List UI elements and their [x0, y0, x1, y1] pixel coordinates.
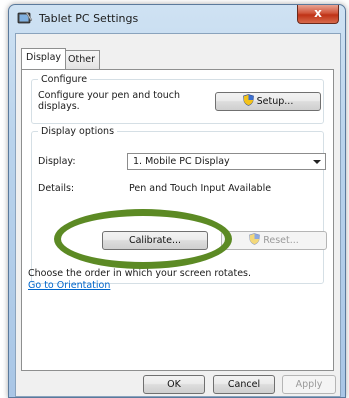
display-label: Display: [38, 156, 76, 167]
tab-other[interactable]: Other [63, 50, 100, 69]
cancel-button[interactable]: Cancel [213, 375, 275, 394]
configure-legend: Configure [41, 74, 88, 85]
setup-button[interactable]: Setup... [215, 92, 321, 111]
details-value: Pen and Touch Input Available [129, 183, 272, 194]
display-select[interactable]: 1. Mobile PC Display [127, 153, 326, 170]
uac-shield-icon [242, 94, 254, 106]
configure-description: Configure your pen and touch displays. [38, 90, 181, 112]
close-button[interactable]: x [297, 5, 339, 24]
reset-button[interactable]: Reset... [221, 231, 327, 250]
window-title: Tablet PC Settings [39, 12, 139, 25]
display-options-legend: Display options [41, 126, 115, 137]
display-select-value: 1. Mobile PC Display [133, 156, 230, 167]
close-icon: x [314, 6, 322, 20]
ok-button[interactable]: OK [143, 375, 205, 394]
tablet-pc-icon [17, 11, 33, 24]
highlight-circle-annotation [54, 209, 232, 269]
orientation-description: Choose the order in which your screen ro… [28, 268, 252, 279]
cancel-button-label: Cancel [227, 379, 261, 390]
apply-button[interactable]: Apply [282, 375, 336, 394]
reset-button-label: Reset... [263, 235, 299, 246]
ok-button-label: OK [167, 379, 181, 390]
apply-button-label: Apply [295, 379, 323, 390]
go-to-orientation-link[interactable]: Go to Orientation [28, 280, 110, 291]
uac-shield-icon [249, 233, 261, 245]
details-label: Details: [38, 183, 75, 194]
setup-button-label: Setup... [256, 96, 294, 107]
chevron-down-icon [313, 160, 321, 164]
tab-display[interactable]: Display [21, 48, 67, 69]
title-bar[interactable]: Tablet PC Settings x [9, 5, 345, 31]
dialog-window: Tablet PC Settings x Display Other Confi… [8, 4, 346, 398]
